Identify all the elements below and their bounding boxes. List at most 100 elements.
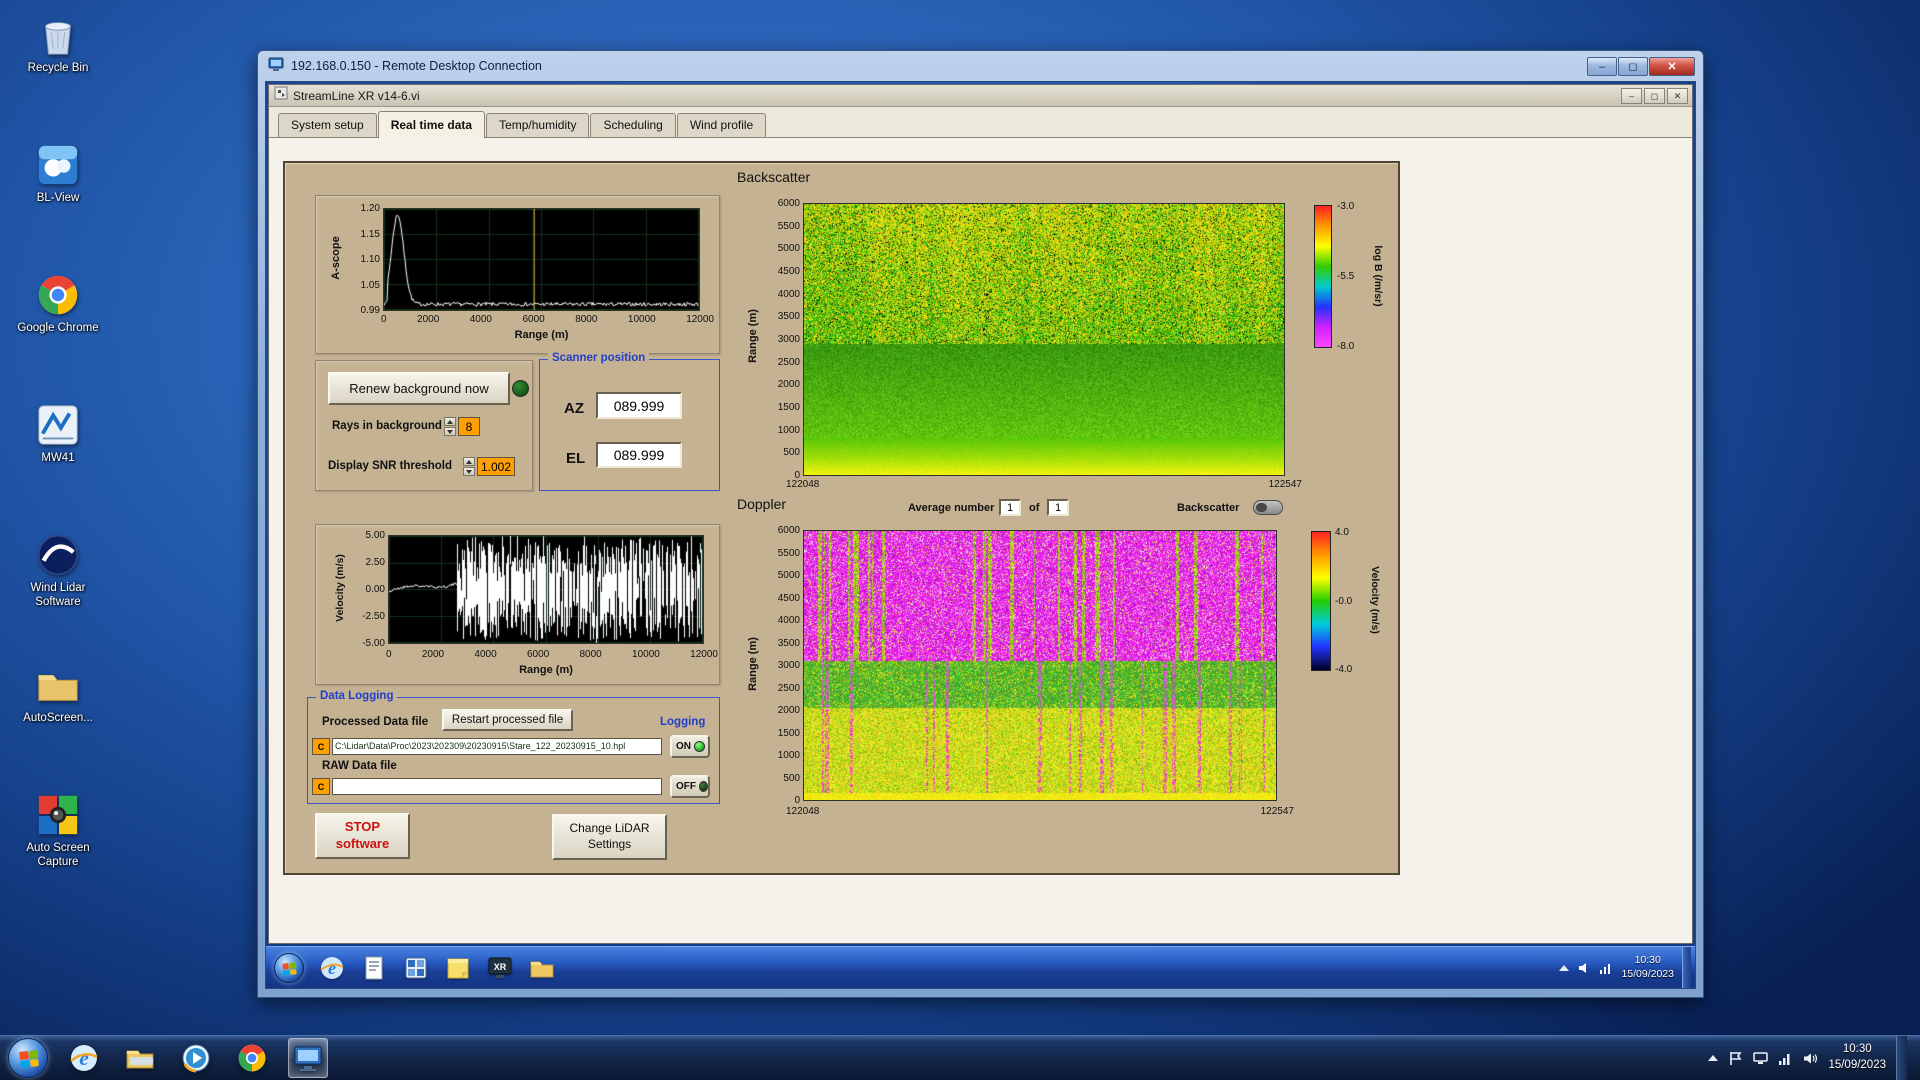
bl-view-icon: [35, 142, 81, 188]
labview-restore-button[interactable]: ◻: [1644, 88, 1665, 104]
x-tick: 8000: [575, 314, 598, 325]
tab-wind-profile[interactable]: Wind profile: [676, 113, 767, 137]
remote-volume-icon[interactable]: [1577, 961, 1591, 975]
remote-clock-time: 10:30: [1634, 953, 1661, 966]
desktop-icon-google-chrome[interactable]: Google Chrome: [10, 272, 106, 335]
doppler-graph: Range (m) 6000 5500 5000 4500 4000 3500 3000 25…: [733, 518, 1399, 818]
ascope-plot[interactable]: [383, 208, 700, 311]
y-tick: 0: [794, 795, 800, 806]
desktop-icon-auto-screen-capture[interactable]: Auto Screen Capture: [10, 792, 106, 870]
y-tick: 3500: [777, 311, 800, 323]
velocity-graph: Velocity (m/s) 5.00 2.50 0.00 -2.50 -5.00 0 2…: [315, 524, 720, 685]
desktop-icon-autoscreen[interactable]: AutoScreen...: [10, 662, 106, 725]
remote-start-button[interactable]: [274, 952, 304, 983]
restart-processed-file-button[interactable]: Restart processed file: [442, 709, 573, 731]
remote-hidden-icons-arrow[interactable]: [1559, 964, 1570, 971]
backscatter-colorbar-label: log B (/m/sr): [1372, 245, 1384, 307]
remote-session-tray-icon[interactable]: [1753, 1051, 1769, 1066]
processed-logging-on-button[interactable]: ON: [670, 735, 710, 758]
y-tick: 6000: [777, 198, 800, 209]
processed-data-file-label: Processed Data file: [322, 716, 429, 728]
desktop-icon-wind-lidar[interactable]: Wind Lidar Software: [10, 532, 106, 610]
auto-screen-capture-icon: [35, 792, 81, 838]
rays-spinner[interactable]: [444, 417, 456, 436]
action-center-flag-icon[interactable]: [1728, 1051, 1743, 1066]
processed-path-field[interactable]: C:\Lidar\Data\Proc\2023\202309\20230915\…: [332, 738, 662, 755]
rays-value-field[interactable]: 8: [458, 417, 480, 436]
rdc-minimize-button[interactable]: –: [1587, 57, 1617, 76]
snr-spinner[interactable]: [463, 457, 475, 476]
desktop-icon-label: Recycle Bin: [27, 62, 89, 74]
rdc-titlebar[interactable]: 192.168.0.150 - Remote Desktop Connectio…: [258, 51, 1703, 81]
remote-sticky-notes-icon[interactable]: [444, 954, 472, 982]
rdc-window-title: 192.168.0.150 - Remote Desktop Connectio…: [291, 59, 542, 73]
doppler-colorbar[interactable]: [1311, 531, 1331, 671]
backscatter-toggle-switch[interactable]: [1253, 500, 1283, 515]
desktop-icon-mw41[interactable]: MW41: [10, 402, 106, 465]
stop-software-button[interactable]: STOP software: [315, 813, 410, 859]
volume-icon[interactable]: [1803, 1051, 1818, 1066]
raw-logging-off-button[interactable]: OFF: [670, 775, 710, 798]
y-tick: 5500: [777, 220, 800, 232]
desktop-icon-recycle-bin[interactable]: Recycle Bin: [10, 12, 106, 75]
remote-xr-app-icon[interactable]: XR: [486, 954, 514, 982]
renew-background-led: [512, 380, 529, 397]
rdc-close-button[interactable]: ✕: [1649, 57, 1695, 76]
backscatter-plot[interactable]: [803, 203, 1285, 476]
raw-data-file-label: RAW Data file: [322, 760, 397, 772]
desktop-icon-bl-view[interactable]: BL-View: [10, 142, 106, 205]
remote-clock[interactable]: 10:30 15/09/2023: [1621, 954, 1674, 981]
remote-notepad-icon[interactable]: [360, 954, 388, 982]
backscatter-graph: Range (m) 6000 5500 5000 4500 4000 3500 3000 25…: [733, 189, 1399, 493]
backscatter-plot-title: Backscatter: [737, 169, 811, 185]
taskbar-internet-explorer-icon[interactable]: e: [64, 1038, 104, 1078]
average-of-field[interactable]: 1: [1047, 499, 1069, 516]
change-lidar-settings-button[interactable]: Change LiDAR Settings: [552, 814, 667, 860]
x-tick: 4000: [474, 649, 497, 660]
x-tick: 122048: [786, 806, 820, 817]
remote-network-icon[interactable]: [1599, 961, 1613, 975]
x-tick: 2000: [421, 649, 445, 660]
processed-drive-box[interactable]: C: [312, 738, 330, 755]
raw-path-field[interactable]: [332, 778, 662, 795]
tab-temp-humidity[interactable]: Temp/humidity: [486, 113, 590, 137]
velocity-plot[interactable]: [388, 535, 704, 644]
tab-scheduling[interactable]: Scheduling: [590, 113, 676, 137]
renew-background-button[interactable]: Renew background now: [328, 372, 510, 405]
labview-titlebar[interactable]: StreamLine XR v14-6.vi – ◻ ✕: [269, 85, 1692, 107]
desktop-icon-label: Auto Screen Capture: [26, 842, 90, 869]
remote-show-desktop-button[interactable]: [1682, 947, 1691, 988]
desktop-icon-label: AutoScreen...: [23, 712, 93, 724]
taskbar-media-player-icon[interactable]: [176, 1038, 216, 1078]
snr-value-field[interactable]: 1.002: [477, 457, 515, 476]
labview-minimize-button[interactable]: –: [1621, 88, 1642, 104]
remote-app-grid-icon[interactable]: [402, 954, 430, 982]
backscatter-colorbar[interactable]: [1314, 205, 1332, 348]
labview-close-button[interactable]: ✕: [1667, 88, 1688, 104]
start-button[interactable]: [8, 1038, 48, 1078]
taskbar-chrome-icon[interactable]: [232, 1038, 272, 1078]
x-tick: 12000: [686, 314, 714, 325]
y-tick: 1500: [777, 727, 800, 739]
raw-drive-box[interactable]: C: [312, 778, 330, 795]
rdc-maximize-button[interactable]: ◻: [1618, 57, 1648, 76]
network-icon[interactable]: [1778, 1051, 1793, 1066]
taskbar-explorer-icon[interactable]: [120, 1038, 160, 1078]
tab-real-time-data[interactable]: Real time data: [377, 111, 486, 138]
remote-folder-icon[interactable]: [528, 954, 556, 982]
y-tick: 1.05: [360, 279, 380, 291]
doppler-plot[interactable]: [803, 530, 1277, 801]
velocity-y-axis-label: Velocity (m/s): [334, 554, 346, 622]
remote-internet-explorer-icon[interactable]: e: [318, 954, 346, 982]
az-value-field[interactable]: 089.999: [596, 392, 682, 419]
taskbar-remote-desktop-icon[interactable]: [288, 1038, 328, 1078]
el-value-field[interactable]: 089.999: [596, 442, 682, 468]
show-desktop-button[interactable]: [1896, 1035, 1907, 1080]
taskbar-clock[interactable]: 10:30 15/09/2023: [1828, 1042, 1886, 1073]
velocity-x-ticks: 0 2000 4000 6000 8000 10000 12000: [386, 649, 718, 660]
hidden-icons-arrow[interactable]: [1708, 1055, 1719, 1061]
tab-system-setup[interactable]: System setup: [278, 113, 377, 137]
average-number-field[interactable]: 1: [999, 499, 1021, 516]
system-tray: 10:30 15/09/2023: [1708, 1035, 1907, 1080]
desktop-icon-label: Wind Lidar Software: [30, 582, 86, 609]
